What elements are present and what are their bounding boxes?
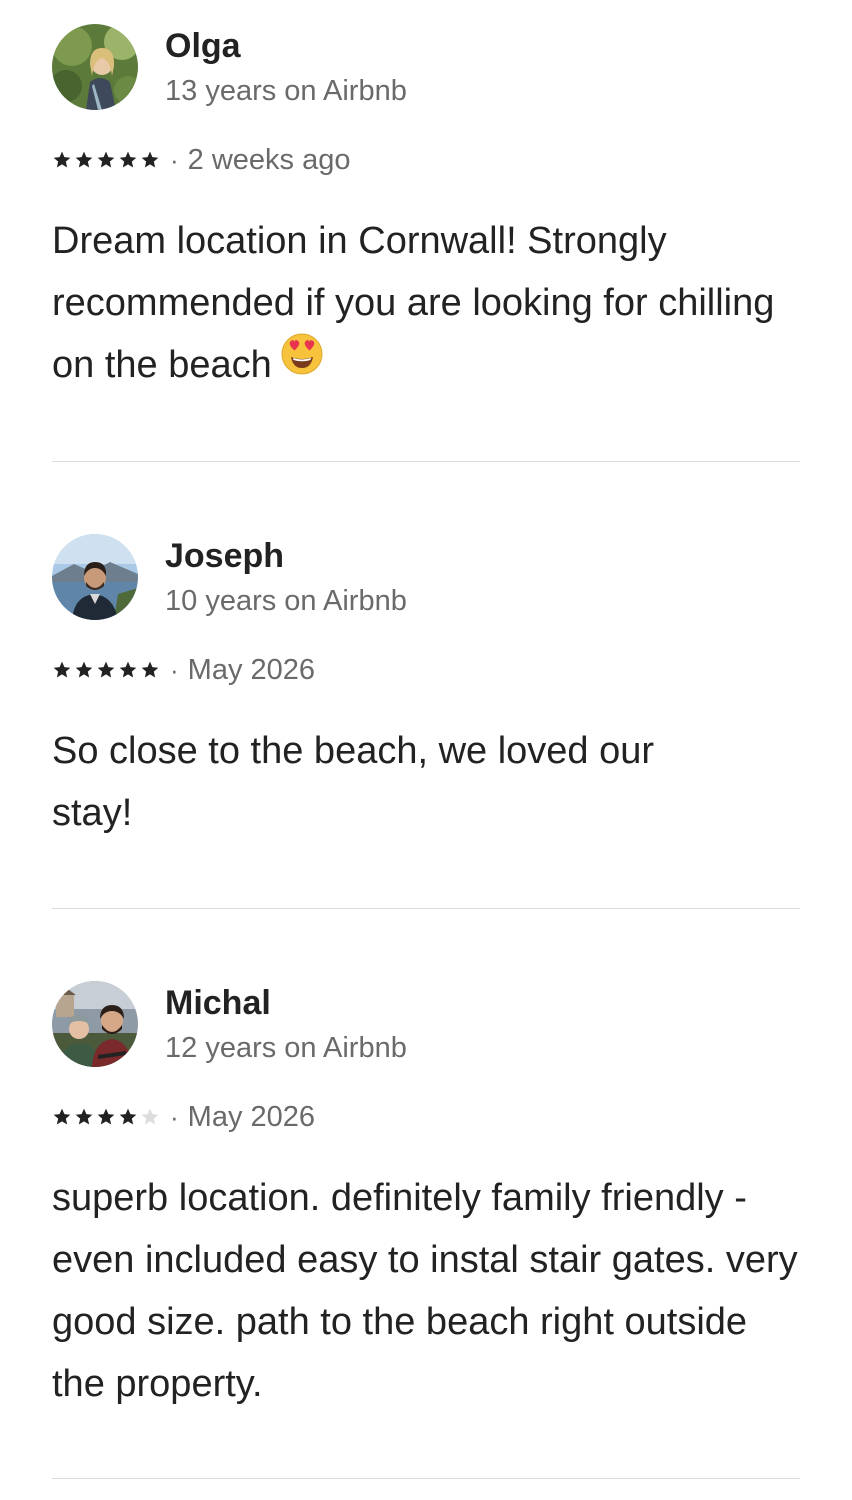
reviewer-tenure: 13 years on Airbnb [165, 75, 407, 107]
avatar[interactable] [52, 24, 138, 110]
star-icon [97, 151, 115, 168]
review-text: superb location. definitely family frien… [52, 1177, 798, 1405]
star-icon [119, 151, 137, 168]
rating-row: · 2 weeks ago [52, 142, 351, 178]
star-icon [97, 661, 115, 678]
review-date: May 2026 [187, 654, 316, 686]
reviewer-tenure: 10 years on Airbnb [165, 585, 407, 617]
review-date: May 2026 [187, 1101, 316, 1133]
review-date: 2 weeks ago [187, 144, 351, 176]
star-icon [53, 151, 71, 168]
star-icon [53, 1108, 71, 1125]
star-rating [52, 150, 160, 170]
review-text-content: Dream location in Cornwall! Strongly rec… [52, 220, 775, 386]
star-icon [75, 151, 93, 168]
avatar-photo-icon [52, 981, 138, 1067]
star-rating [52, 1107, 160, 1127]
avatar-photo-icon [52, 534, 138, 620]
star-icon [119, 661, 137, 678]
reviewer-name: Michal [165, 984, 271, 1022]
review-text: So close to the beach, we loved our stay… [52, 730, 655, 834]
reviewer-name: Joseph [165, 537, 285, 575]
heart-eyes-emoji-icon [280, 332, 324, 395]
avatar[interactable] [52, 981, 138, 1067]
star-icon [97, 1108, 115, 1125]
review-divider [52, 461, 800, 462]
star-empty-icon [141, 1108, 159, 1125]
rating-row: · May 2026 [52, 1099, 315, 1135]
star-icon [75, 661, 93, 678]
reviewer-name: Olga [165, 27, 241, 65]
review-text: Dream location in Cornwall! Strongly rec… [52, 210, 800, 398]
star-icon [141, 151, 159, 168]
star-icon [53, 661, 71, 678]
review-divider [52, 1478, 800, 1479]
avatar-photo-icon [52, 24, 138, 110]
review-divider [52, 908, 800, 909]
reviewer-tenure: 12 years on Airbnb [165, 1032, 407, 1064]
star-icon [119, 1108, 137, 1125]
avatar[interactable] [52, 534, 138, 620]
star-icon [141, 661, 159, 678]
separator-dot: · [170, 1102, 179, 1132]
rating-row: · May 2026 [52, 652, 315, 688]
star-icon [75, 1108, 93, 1125]
separator-dot: · [170, 145, 179, 175]
star-rating [52, 660, 160, 680]
separator-dot: · [170, 655, 179, 685]
